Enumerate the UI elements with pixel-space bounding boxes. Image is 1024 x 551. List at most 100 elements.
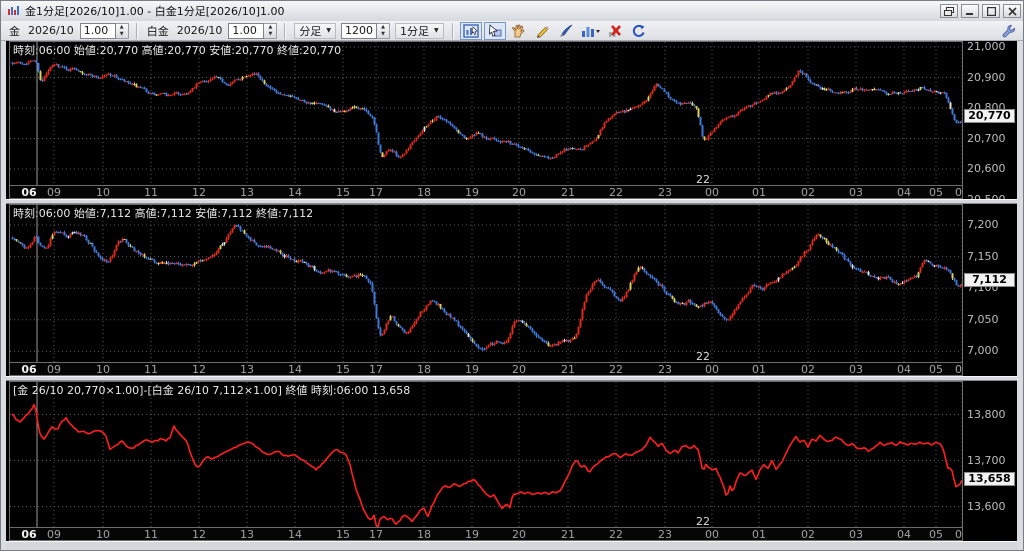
- time-axis-label: 06: [21, 186, 37, 199]
- time-axis-label: 20: [512, 528, 526, 541]
- platinum-chart-plot[interactable]: 時刻:06:00 始値:7,112 高値:7,112 安値:7,112 終値:7…: [9, 204, 963, 363]
- pen-icon: [560, 24, 573, 37]
- refresh-icon: [633, 24, 645, 37]
- gold-contract-label: 2026/10: [28, 24, 74, 37]
- date-label: 22: [696, 350, 710, 363]
- price-axis-label: 7,150: [967, 249, 999, 263]
- bar-count-stepper[interactable]: 1200 ▲ ▼: [341, 22, 391, 39]
- gold-chart-panel: 時刻:06:00 始値:20,770 高値:20,770 安値:20,770 終…: [6, 40, 1017, 206]
- time-axis-label: 04: [897, 528, 911, 541]
- time-axis-label: 20: [512, 363, 526, 376]
- time-axis-label: 14: [288, 186, 302, 199]
- time-axis-label: 10: [96, 363, 110, 376]
- platinum-multiplier-spin-buttons[interactable]: ▲ ▼: [264, 22, 278, 39]
- pencil-icon: [537, 25, 550, 38]
- platinum-multiplier-value[interactable]: 1.00: [228, 22, 265, 39]
- time-axis-label: 02: [801, 528, 815, 541]
- gold-multiplier-value[interactable]: 1.00: [79, 22, 116, 39]
- price-axis-label: 20,700: [967, 131, 1006, 145]
- time-axis-label: 03: [849, 528, 863, 541]
- price-axis-label: 7,200: [967, 218, 999, 231]
- gold-multiplier-spin-buttons[interactable]: ▲ ▼: [115, 22, 129, 39]
- time-axis-label: 23: [658, 363, 672, 376]
- time-axis-label: 05: [929, 186, 943, 199]
- time-axis-label: 14: [288, 363, 302, 376]
- gold-current-price: 20,770: [964, 109, 1015, 124]
- minimize-button[interactable]: [961, 4, 979, 18]
- chart-cursor-tool-button[interactable]: [459, 21, 482, 40]
- select-arrow-icon: [488, 23, 502, 36]
- time-axis-label: 21: [561, 363, 575, 376]
- gold-price-axis: 20,770 21,00020,90020,80020,70020,60020,…: [963, 40, 1017, 206]
- wrench-icon: [1002, 24, 1015, 37]
- time-axis-label: 20: [512, 186, 526, 199]
- spread-chart-plot[interactable]: [金 26/10 20,770×1.00]-[白金 26/10 7,112×1.…: [9, 381, 963, 528]
- time-axis-label: 12: [192, 186, 206, 199]
- spread-time-axis: 06 09 10 11 12 13 14 15 17 18 19 20 21 22 23 00 01 02 03 04…: [9, 528, 969, 541]
- draw-line-tool-button[interactable]: [532, 22, 554, 40]
- price-axis-label: 13,800: [967, 407, 1006, 421]
- pan-tool-button[interactable]: [508, 22, 530, 40]
- bar-count-value[interactable]: 1200: [341, 22, 378, 39]
- chevron-down-icon: ▼: [326, 27, 332, 34]
- delete-red-x-icon: [608, 24, 621, 37]
- refresh-button[interactable]: [628, 22, 650, 40]
- platinum-label: 白金: [146, 24, 169, 38]
- price-axis-label: 7,000: [967, 344, 999, 358]
- minimize-icon: [966, 13, 973, 15]
- spread-current-value: 13,658: [964, 471, 1015, 486]
- time-axis-label: 17: [369, 186, 383, 199]
- price-axis-label: 7,050: [967, 312, 999, 326]
- time-axis-label: 02: [801, 186, 815, 199]
- time-axis-label: 05: [929, 363, 943, 376]
- spread-price-axis: 13,658 13,800 13,700 13,600: [963, 381, 1017, 541]
- close-button[interactable]: [1003, 4, 1021, 18]
- delete-chart-button[interactable]: [604, 22, 626, 40]
- annotate-tool-button[interactable]: [556, 22, 578, 40]
- time-axis-label: 18: [417, 363, 431, 376]
- period-dropdown[interactable]: 分足 ▼: [294, 22, 337, 39]
- gold-chart-plot[interactable]: 時刻:06:00 始値:20,770 高値:20,770 安値:20,770 終…: [9, 41, 963, 186]
- restore-window-button[interactable]: [940, 4, 958, 18]
- price-axis-label: 21,000: [967, 40, 1006, 53]
- gold-multiplier-stepper[interactable]: 1.00 ▲ ▼: [79, 22, 129, 39]
- chart-type-button[interactable]: [580, 22, 602, 40]
- app-window: 金1分足[2026/10]1.00 - 白金1分足[2026/10]1.00 金…: [0, 0, 1024, 551]
- time-axis-label: 04: [897, 363, 911, 376]
- date-label: 22: [696, 515, 710, 528]
- time-axis-label: 21: [561, 528, 575, 541]
- time-axis-label: 10: [96, 186, 110, 199]
- select-tool-button[interactable]: [483, 21, 506, 40]
- interval-dropdown[interactable]: 1分足 ▼: [395, 22, 444, 39]
- time-axis-label: 22: [609, 363, 623, 376]
- time-axis-label: 17: [369, 528, 383, 541]
- time-axis-label: 04: [897, 186, 911, 199]
- chevron-down-icon: ▼: [434, 27, 439, 34]
- time-axis-label: 01: [752, 186, 766, 199]
- time-axis-label: 14: [288, 528, 302, 541]
- time-axis-label: 23: [658, 528, 672, 541]
- time-axis-label: 12: [192, 528, 206, 541]
- time-axis-label: 00: [705, 186, 719, 199]
- time-axis-label: 13: [240, 186, 254, 199]
- gold-time-axis: 06 09 10 11 12 13 14 15 17 18 19 20 21 22 23 00 01 02 03 04…: [9, 186, 969, 199]
- time-axis-label: 09: [47, 528, 61, 541]
- time-axis-label: 00: [705, 363, 719, 376]
- time-axis-label: 09: [47, 186, 61, 199]
- window-title: 金1分足[2026/10]1.00 - 白金1分足[2026/10]1.00: [25, 5, 285, 18]
- title-bar[interactable]: 金1分足[2026/10]1.00 - 白金1分足[2026/10]1.00: [1, 1, 1023, 21]
- platinum-multiplier-stepper[interactable]: 1.00 ▲ ▼: [228, 22, 278, 39]
- platinum-current-price: 7,112: [964, 272, 1015, 287]
- bar-count-spin-buttons[interactable]: ▲ ▼: [377, 22, 391, 39]
- time-axis-label: 11: [144, 186, 158, 199]
- price-axis-label: 20,600: [967, 162, 1006, 175]
- time-axis-label: 19: [465, 363, 479, 376]
- maximize-button[interactable]: [982, 4, 1000, 18]
- time-axis-label: 18: [417, 528, 431, 541]
- toolbar-separator: [135, 22, 138, 39]
- time-axis-label: 15: [336, 528, 350, 541]
- time-axis-label: 02: [801, 363, 815, 376]
- close-icon: [1007, 6, 1017, 16]
- time-axis-label: 10: [96, 528, 110, 541]
- settings-button[interactable]: [998, 22, 1020, 40]
